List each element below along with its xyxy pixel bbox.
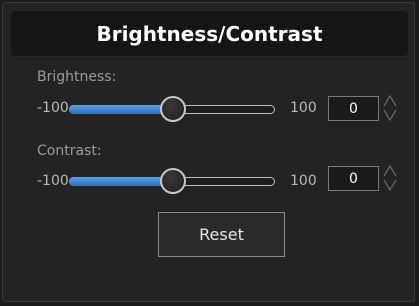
brightness-max-label: 100 [290, 100, 317, 116]
contrast-max-label: 100 [290, 173, 317, 189]
title-separator [11, 59, 408, 60]
brightness-contrast-dialog: Brightness/Contrast Brightness: -100 100… [2, 2, 415, 302]
dialog-title: Brightness/Contrast [96, 21, 323, 46]
brightness-slider-fill [69, 105, 171, 114]
brightness-value: 0 [349, 100, 358, 117]
brightness-slider-thumb[interactable] [160, 96, 186, 122]
reset-button[interactable]: Reset [158, 212, 285, 257]
contrast-spinner-icon[interactable] [383, 164, 397, 192]
brightness-spinner-icon[interactable] [383, 94, 397, 122]
brightness-label: Brightness: [37, 69, 117, 85]
contrast-slider-thumb[interactable] [160, 168, 186, 194]
brightness-value-input[interactable]: 0 [328, 96, 379, 121]
brightness-slider[interactable] [69, 96, 275, 124]
brightness-min-label: -100 [37, 100, 69, 116]
contrast-min-label: -100 [37, 173, 69, 189]
contrast-value-input[interactable]: 0 [328, 166, 379, 191]
reset-button-label: Reset [199, 225, 244, 244]
contrast-slider[interactable] [69, 168, 275, 196]
contrast-slider-fill [69, 177, 171, 186]
contrast-value: 0 [349, 170, 358, 187]
contrast-label: Contrast: [37, 143, 102, 159]
dialog-title-bar: Brightness/Contrast [11, 11, 408, 56]
